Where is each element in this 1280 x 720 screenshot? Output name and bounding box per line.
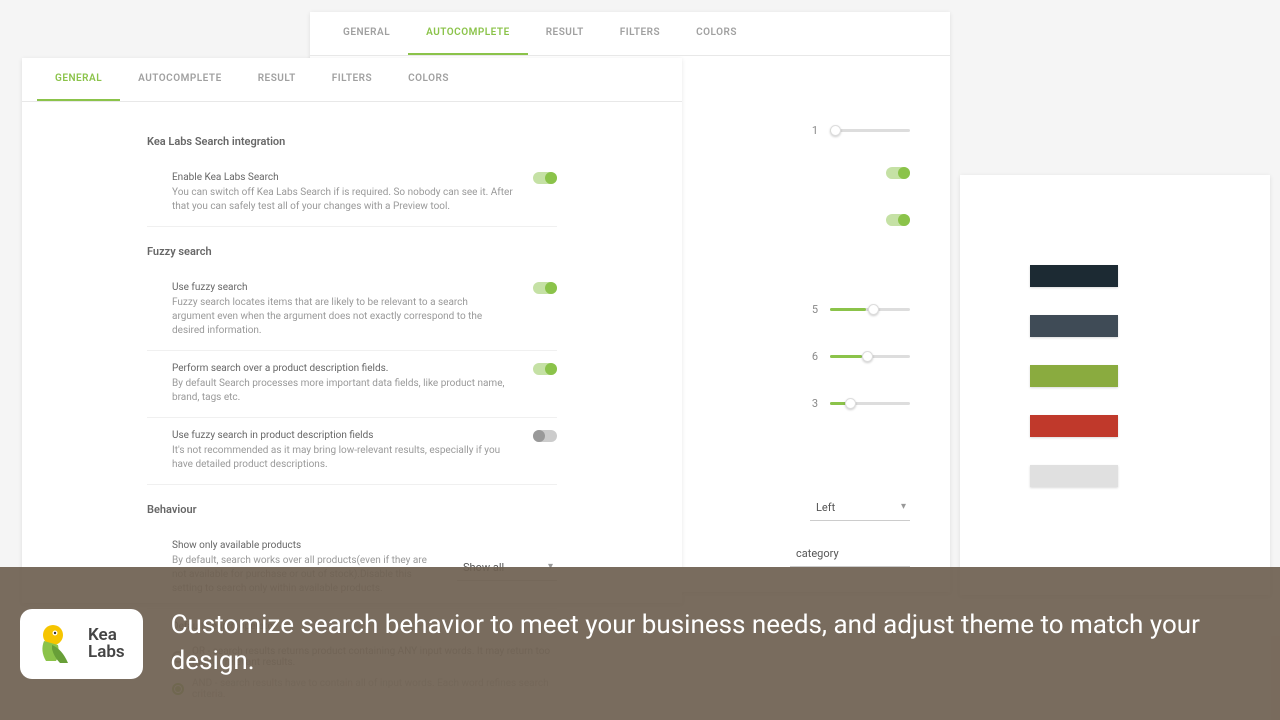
slider-3-value: 6 xyxy=(806,350,818,363)
toggle-fuzzy-desc[interactable] xyxy=(533,430,557,442)
fuzzy-label: Use fuzzy search xyxy=(172,282,513,293)
toggle-desc-search[interactable] xyxy=(533,363,557,375)
tab-general[interactable]: GENERAL xyxy=(325,12,408,55)
desc-fields-label: Perform search over a product descriptio… xyxy=(172,363,513,374)
toggle-ac-2[interactable] xyxy=(886,214,910,226)
color-swatch-3[interactable] xyxy=(1030,365,1118,387)
tab-filters[interactable]: FILTERS xyxy=(602,12,678,55)
toggle-ac-1[interactable] xyxy=(886,167,910,179)
slider-1[interactable] xyxy=(830,129,910,132)
tab-autocomplete-front[interactable]: AUTOCOMPLETE xyxy=(120,58,240,101)
position-dropdown[interactable]: Left xyxy=(810,495,910,521)
slider-3[interactable] xyxy=(830,355,910,358)
avail-label: Show only available products xyxy=(172,540,437,551)
tab-result[interactable]: RESULT xyxy=(528,12,602,55)
color-swatch-4[interactable] xyxy=(1030,415,1118,437)
fuzzy-desc-label: Use fuzzy search in product description … xyxy=(172,430,513,441)
tab-result-front[interactable]: RESULT xyxy=(240,58,314,101)
toggle-fuzzy-search[interactable] xyxy=(533,282,557,294)
tab-colors-front[interactable]: COLORS xyxy=(390,58,467,101)
enable-search-desc: You can switch off Kea Labs Search if is… xyxy=(172,186,513,214)
color-swatch-1[interactable] xyxy=(1030,265,1118,287)
back-tabs: GENERAL AUTOCOMPLETE RESULT FILTERS COLO… xyxy=(310,12,950,56)
footer-tagline: Customize search behavior to meet your b… xyxy=(171,608,1260,678)
fuzzy-desc: Fuzzy search locates items that are like… xyxy=(172,296,513,338)
general-settings-panel: GENERAL AUTOCOMPLETE RESULT FILTERS COLO… xyxy=(22,58,682,603)
tab-colors[interactable]: COLORS xyxy=(678,12,755,55)
color-swatch-5[interactable] xyxy=(1030,465,1118,487)
slider-4-value: 3 xyxy=(806,397,818,410)
enable-search-label: Enable Kea Labs Search xyxy=(172,172,513,183)
tab-autocomplete[interactable]: AUTOCOMPLETE xyxy=(408,12,528,55)
fuzzy-desc-desc: It's not recommended as it may bring low… xyxy=(172,444,513,472)
parrot-icon xyxy=(38,623,80,665)
toggle-enable-search[interactable] xyxy=(533,172,557,184)
tab-general-front[interactable]: GENERAL xyxy=(37,58,120,101)
section-integration: Kea Labs Search integration xyxy=(147,135,557,148)
kea-labs-logo: KeaLabs xyxy=(20,609,143,679)
category-input[interactable]: category xyxy=(790,541,910,567)
slider-4[interactable] xyxy=(830,402,910,405)
slider-2[interactable] xyxy=(830,308,910,311)
desc-fields-desc: By default Search processes more importa… xyxy=(172,377,513,405)
color-swatch-2[interactable] xyxy=(1030,315,1118,337)
front-tabs: GENERAL AUTOCOMPLETE RESULT FILTERS COLO… xyxy=(22,58,682,102)
section-behaviour: Behaviour xyxy=(147,503,557,516)
section-fuzzy: Fuzzy search xyxy=(147,245,557,258)
slider-1-value: 1 xyxy=(806,124,818,137)
logo-text-1: Kea xyxy=(88,627,125,644)
promo-footer: KeaLabs Customize search behavior to mee… xyxy=(0,567,1280,720)
logo-text-2: Labs xyxy=(88,644,125,661)
slider-2-value: 5 xyxy=(806,303,818,316)
tab-filters-front[interactable]: FILTERS xyxy=(314,58,390,101)
colors-panel xyxy=(960,175,1270,595)
